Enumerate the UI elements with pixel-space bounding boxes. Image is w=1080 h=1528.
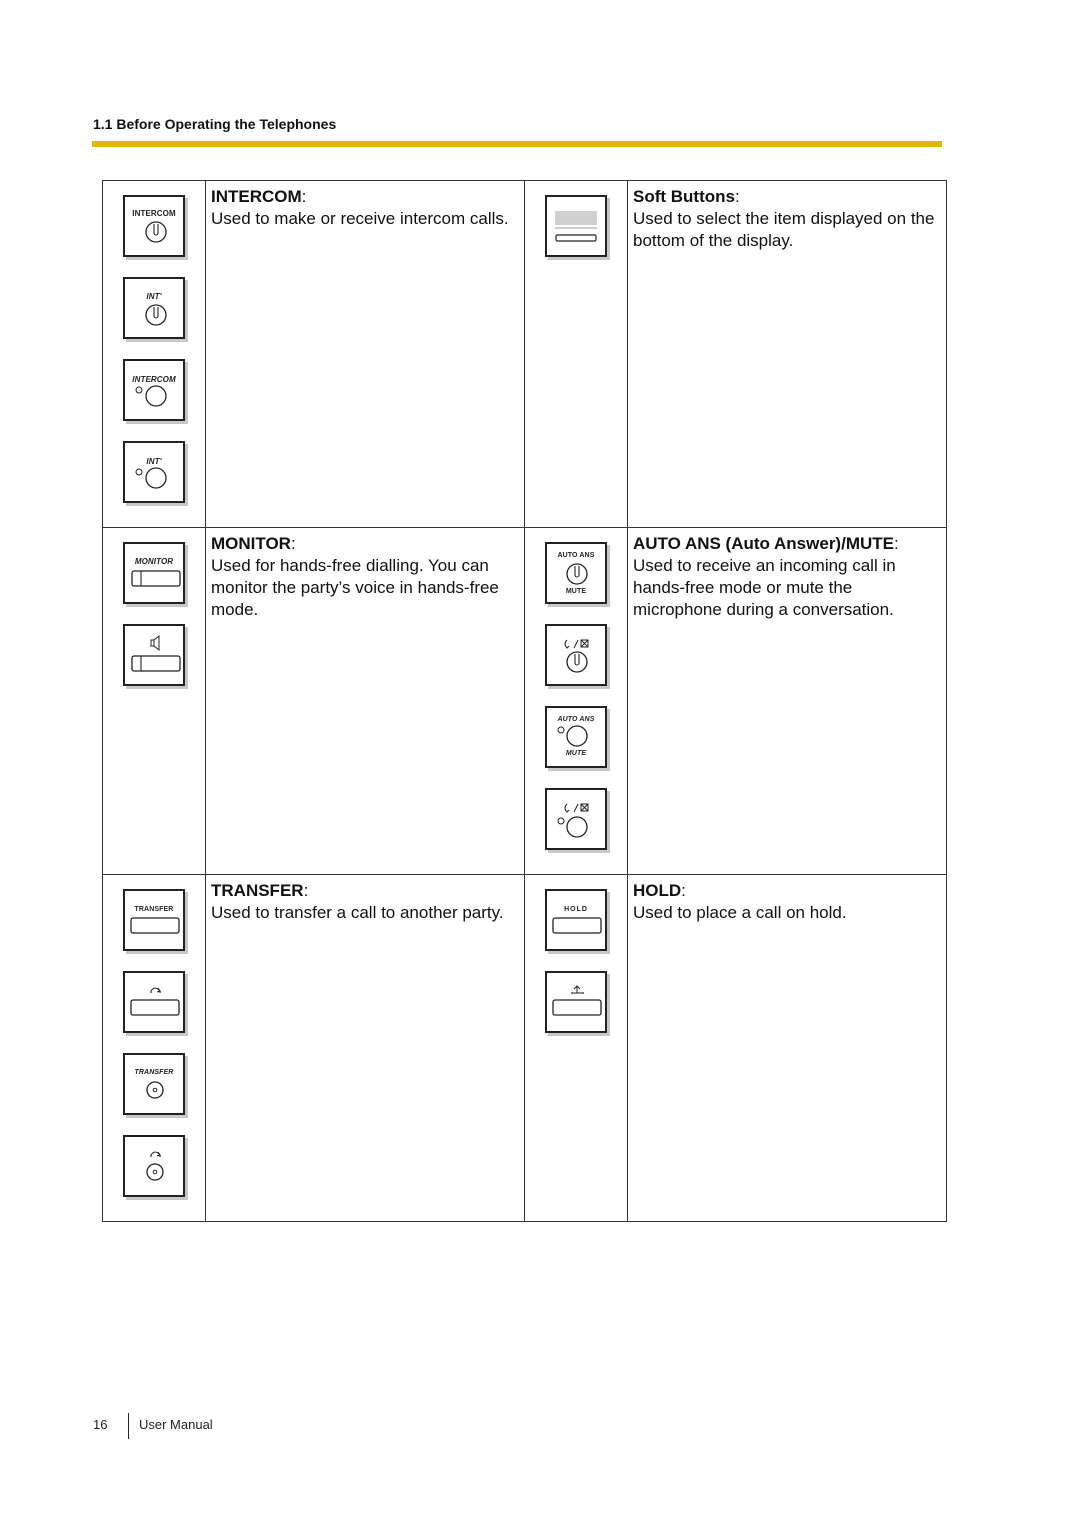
footer-label: User Manual [139,1417,213,1432]
colon: : [301,187,307,206]
transfer-key-icon: TRANSFER [123,889,185,951]
auto-answer-mute-symbol-led-icon [557,803,589,838]
key-title: Soft Buttons [633,187,735,206]
key-description: Used to place a call on hold. [633,903,847,922]
description-cell: HOLD: Used to place a call on hold. [627,874,947,1222]
hold-symbol-key-icon [545,971,607,1033]
int-key-icon: INT' [123,277,185,339]
colon: : [303,881,309,900]
hold-arrow-icon [552,985,602,1016]
transfer-round-key-icon: TRANSFER [123,1053,185,1115]
led-round-button-icon [135,467,167,489]
auto-ans-mute-led-key-icon: AUTO ANS MUTE [545,706,607,768]
colon: : [290,534,296,553]
auto-ans-mute-key-icon: AUTO ANS MUTE [545,542,607,604]
key-title: MONITOR [211,534,291,553]
intercom-key-icon: INTERCOM [123,195,185,257]
hold-key-icon: HOLD [545,889,607,951]
icon-cell: INTERCOM INT' INTERCOM INT' [102,180,206,528]
soft-button-key-icon [545,195,607,257]
wide-button-icon [130,917,180,934]
section-title: 1.1 Before Operating the Telephones [93,116,337,132]
description-cell: MONITOR: Used for hands-free dialling. Yo… [205,527,525,875]
auto-ans-mute-symbol-led-key-icon [545,788,607,850]
soft-button-icon [555,211,597,242]
colon: : [681,881,686,900]
icon-cell: MONITOR [102,527,206,875]
key-title: INTERCOM [211,187,302,206]
led-round-button-icon [557,725,588,747]
key-description: Used for hands-free dialling. You can mo… [211,556,499,619]
description-cell: INTERCOM: Used to make or receive interco… [205,180,525,528]
auto-answer-mute-symbol-icon [564,639,589,673]
icon-cell: AUTO ANS MUTE AUTO ANS MUTE [524,527,628,875]
key-description: Used to make or receive intercom calls. [211,209,509,228]
key-title: HOLD [633,881,682,900]
key-label-secondary: MUTE [565,750,587,757]
key-description: Used to transfer a call to another party… [211,903,504,922]
section-rule [92,141,942,147]
key-title: TRANSFER [211,881,304,900]
transfer-arrow-icon [130,987,180,1016]
colon: : [734,187,740,206]
icon-cell: HOLD [524,874,628,1222]
intercom-led-key-icon: INTERCOM [123,359,185,421]
key-title: AUTO ANS (Auto Answer)/MUTE [633,534,894,553]
description-cell: Soft Buttons: Used to select the item dis… [627,180,947,528]
transfer-arrow-round-icon [146,1151,164,1181]
int-led-key-icon: INT' [123,441,185,503]
auto-ans-mute-symbol-key-icon [545,624,607,686]
key-description: Used to receive an incoming call in hand… [633,556,896,619]
description-cell: TRANSFER: Used to transfer a call to anot… [205,874,525,1222]
colon: : [893,534,899,553]
table-row: INTERCOM INT' INTERCOM INT' INTERCOM: Use [102,180,947,528]
speaker-key-icon [123,624,185,686]
transfer-symbol-key-icon [123,971,185,1033]
description-cell: AUTO ANS (Auto Answer)/MUTE: Used to rece… [627,527,947,875]
icon-cell: TRANSFER TRANSFER [102,874,206,1222]
round-button-icon [145,221,167,243]
footer-divider [128,1413,129,1439]
page-number: 16 [93,1417,108,1432]
icon-cell [524,180,628,528]
button-reference-table: INTERCOM INT' INTERCOM INT' INTERCOM: Use [102,180,947,1222]
wide-button-icon [131,570,181,587]
small-round-button-icon [146,1081,164,1099]
round-button-icon [145,304,167,326]
monitor-key-icon: MONITOR [123,542,185,604]
wide-button-icon [552,917,602,934]
table-row: TRANSFER TRANSFER TRANSFER: Used to trans… [102,874,947,1222]
key-description: Used to select the item displayed on the… [633,209,935,250]
table-row: MONITOR MONITOR: Used for hands-free dial… [102,527,947,875]
key-label-secondary: MUTE [565,588,587,595]
speaker-icon [131,634,181,672]
transfer-symbol-round-key-icon [123,1135,185,1197]
led-round-button-icon [135,385,167,407]
